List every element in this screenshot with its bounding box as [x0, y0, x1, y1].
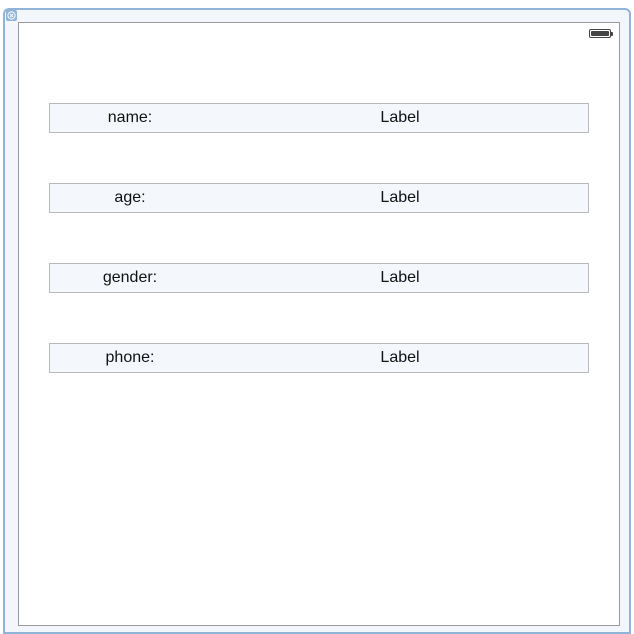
name-value-label: Label — [380, 109, 420, 126]
age-key-label: age: — [114, 189, 146, 206]
age-value-label: Label — [380, 189, 420, 206]
canvas: name: Label age: Label gender: Label pho… — [0, 0, 634, 634]
battery-tip — [611, 32, 613, 36]
close-icon-glyph — [7, 11, 16, 20]
phone-value-label: Label — [380, 349, 420, 366]
age-row: age: Label — [49, 183, 589, 213]
gender-row: gender: Label — [49, 263, 589, 293]
battery-icon — [589, 29, 613, 38]
close-icon[interactable] — [6, 10, 17, 21]
name-row: name: Label — [49, 103, 589, 133]
phone-row: phone: Label — [49, 343, 589, 373]
name-key-label: name: — [107, 109, 153, 126]
battery-level — [591, 31, 609, 36]
view-controller-screen: name: Label age: Label gender: Label pho… — [18, 22, 620, 626]
phone-key-label: phone: — [105, 349, 155, 366]
gender-key-label: gender: — [102, 269, 158, 286]
gender-value-label: Label — [380, 269, 420, 286]
